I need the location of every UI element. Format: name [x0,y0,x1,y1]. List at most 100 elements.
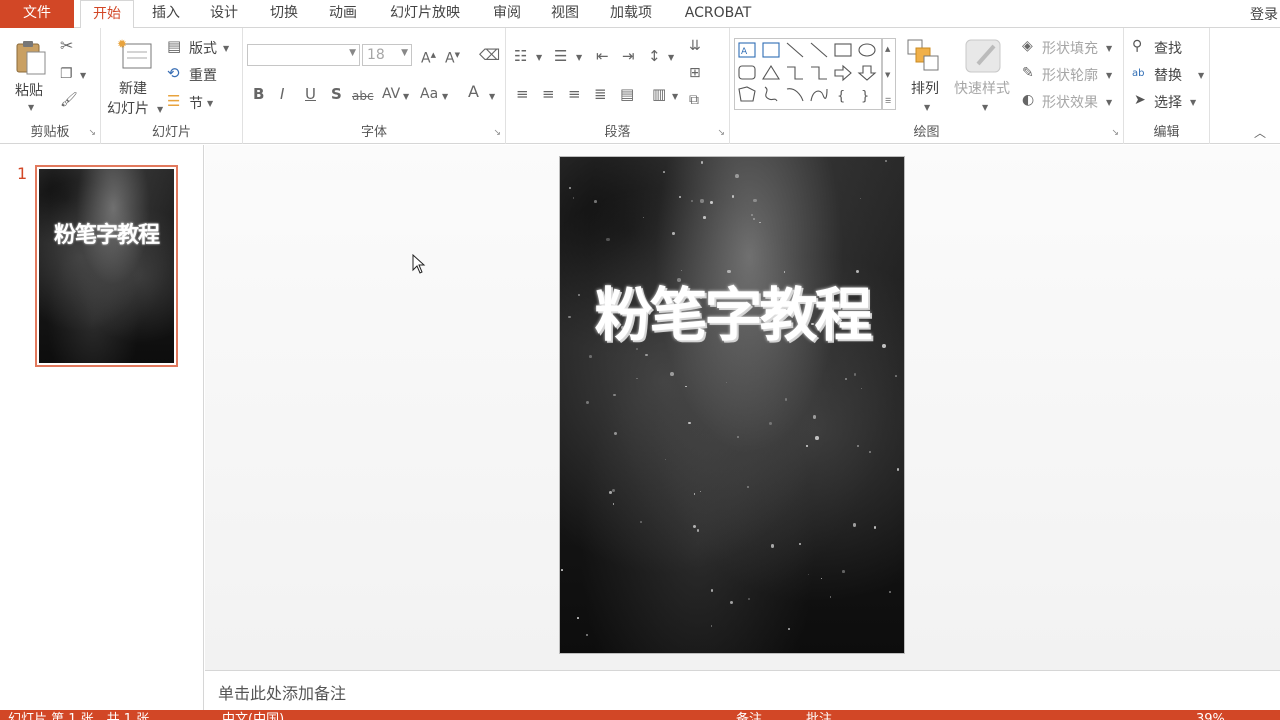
zoom-level[interactable]: 39% [1196,712,1225,720]
svg-text:}: } [861,89,869,104]
justify-icon[interactable]: ≣ [594,86,607,102]
change-case-icon[interactable]: Aa [420,86,438,102]
paste-button[interactable]: 粘贴 ▼ [10,34,54,116]
chevron-down-icon[interactable]: ▼ [536,50,542,66]
bullets-icon[interactable]: ☷ [514,48,527,64]
shape-fill-button[interactable]: ◈ 形状填充 ▼ [1022,38,1122,58]
tab-transitions[interactable]: 切换 [261,0,307,28]
notes-toggle[interactable]: 备注 [736,712,762,720]
dialog-launcher-icon[interactable]: ↘ [1111,128,1119,138]
section-button[interactable]: ☰ 节 ▼ [167,93,237,113]
chalk-speck [672,232,675,235]
dialog-launcher-icon[interactable]: ↘ [717,128,725,138]
copy-icon[interactable]: ❐ [60,66,73,82]
chalk-speck [636,377,638,380]
current-slide[interactable]: 粉笔字教程 [559,156,905,654]
font-size-combo[interactable]: 18 ▼ [362,44,412,66]
drawing-group-label: 绘图 [913,125,940,140]
reset-icon: ⟲ [167,64,180,82]
chevron-down-icon[interactable]: ▼ [672,89,678,105]
distributed-icon[interactable]: ▤ [620,86,634,102]
numbering-icon[interactable]: ☰ [554,48,567,64]
bold-icon[interactable]: B [253,86,264,102]
thumbnail-preview: 粉笔字教程 [39,169,174,363]
more-icon[interactable]: ☰ [885,93,891,109]
format-painter-icon[interactable]: 🖌 [60,92,78,108]
shadow-icon[interactable]: S [331,86,342,102]
chevron-down-icon[interactable]: ▼ [885,67,890,83]
chevron-down-icon[interactable]: ▼ [668,50,674,66]
find-button[interactable]: ⚲ 查找 [1132,38,1206,58]
italic-icon[interactable]: I [280,86,284,102]
clear-formatting-icon[interactable]: ⌫ [479,47,500,63]
tab-acrobat[interactable]: ACROBAT [676,0,760,28]
align-left-icon[interactable]: ≡ [516,86,529,102]
char-spacing-icon[interactable]: AV [382,86,400,102]
tab-file[interactable]: 文件 [0,0,74,28]
chalk-speck [700,199,704,203]
ribbon: 粘贴 ▼ ✂ ❐ ▼ 🖌 剪贴板 ↘ ✹ 新建 幻灯片 ▼ ▤ 版式 ▼ ⟲ 重… [0,28,1280,144]
select-button[interactable]: ➤ 选择 ▼ [1132,92,1206,112]
collapse-ribbon-icon[interactable]: ︿ [1254,124,1266,141]
underline-icon[interactable]: U [305,86,316,102]
quick-styles-button[interactable]: 快速样式 ▼ [950,36,1018,120]
quick-styles-icon [965,39,1001,73]
arrange-button[interactable]: 排列 ▼ [904,36,948,120]
decrease-indent-icon[interactable]: ⇤ [596,48,609,64]
shapes-gallery[interactable]: A { } [734,38,882,110]
line-spacing-icon[interactable]: ↕ [648,48,661,64]
layout-button[interactable]: ▤ 版式 ▼ [167,38,237,58]
shapes-scroll[interactable]: ▲ ▼ ☰ [882,38,896,110]
columns-icon[interactable]: ▥ [652,86,666,102]
tab-review[interactable]: 审阅 [484,0,530,28]
strikethrough-icon[interactable]: abc [352,88,374,104]
chevron-down-icon[interactable]: ▼ [442,89,448,105]
chevron-down-icon[interactable]: ▼ [576,50,582,66]
replace-icon: ab [1132,68,1145,79]
reset-button[interactable]: ⟲ 重置 [167,65,237,85]
copy-dropdown-icon[interactable]: ▼ [80,68,86,84]
signin-link[interactable]: 登录 [1250,4,1278,24]
chevron-down-icon: ▼ [982,103,989,112]
chevron-down-icon[interactable]: ▼ [489,89,495,105]
dialog-launcher-icon[interactable]: ↘ [88,128,96,138]
shrink-font-icon[interactable]: A▼ [445,47,460,67]
tab-design[interactable]: 设计 [201,0,247,28]
slide-title[interactable]: 粉笔字教程 [560,282,904,348]
replace-button[interactable]: ab 替换 ▼ [1132,65,1206,85]
cut-icon[interactable]: ✂ [60,38,73,54]
slide-thumbnail[interactable]: 粉笔字教程 [35,165,178,367]
align-center-icon[interactable]: ≡ [542,86,555,102]
tab-addins[interactable]: 加载项 [600,0,662,28]
new-slide-button[interactable]: ✹ 新建 幻灯片 ▼ [105,34,165,118]
chevron-down-icon: ▼ [1190,98,1197,107]
comments-toggle[interactable]: 批注 [806,712,832,720]
chevron-up-icon[interactable]: ▲ [885,41,890,57]
align-text-icon[interactable]: ⊞ [689,65,701,81]
svg-text:{: { [837,89,845,104]
increase-indent-icon[interactable]: ⇥ [622,48,635,64]
notes-pane[interactable]: 单击此处添加备注 [205,670,1280,710]
grow-font-icon[interactable]: A▲ [421,47,436,67]
language-indicator[interactable]: 中文(中国) [222,712,284,720]
chalk-speck [572,197,575,199]
shape-effects-button[interactable]: ◐ 形状效果 ▼ [1022,92,1122,112]
font-color-icon[interactable]: A [468,84,479,100]
tab-slideshow[interactable]: 幻灯片放映 [380,0,470,28]
font-name-combo[interactable]: ▼ [247,44,360,66]
chalk-speck [685,385,687,387]
chalk-speck [859,197,861,199]
tab-animations[interactable]: 动画 [320,0,366,28]
text-direction-icon[interactable]: ⇊ [689,38,701,54]
shape-effects-label: 形状效果 [1042,95,1098,111]
chevron-down-icon[interactable]: ▼ [403,89,409,105]
align-right-icon[interactable]: ≡ [568,86,581,102]
tab-insert[interactable]: 插入 [143,0,189,28]
tab-view[interactable]: 视图 [542,0,588,28]
section-icon: ☰ [167,92,181,110]
shape-outline-button[interactable]: ✎ 形状轮廓 ▼ [1022,65,1122,85]
dialog-launcher-icon[interactable]: ↘ [493,128,501,138]
tab-home[interactable]: 开始 [80,0,134,29]
smartart-icon[interactable]: ⧉ [689,92,699,108]
find-label: 查找 [1154,41,1182,57]
